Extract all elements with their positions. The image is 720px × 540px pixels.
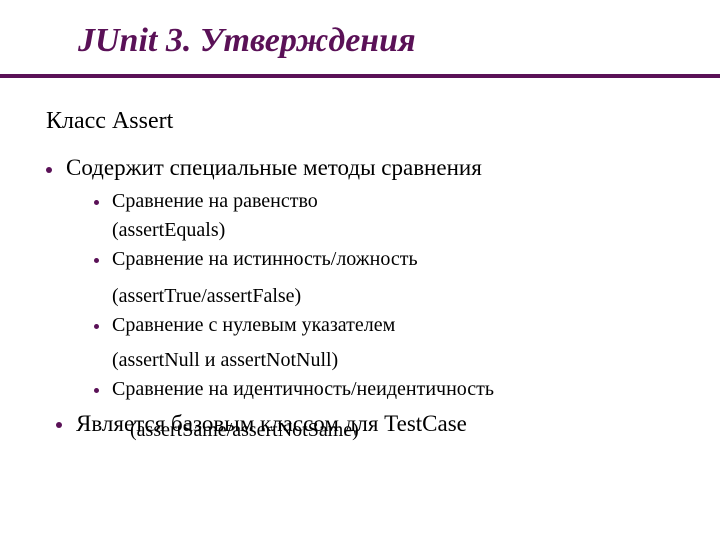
overlap-group: Является базовым классом для TestCase (a… [46,410,674,440]
slide-body: Класс Assert Содержит специальные методы… [0,78,720,440]
method-text: (assertNull и assertNotNull) [112,348,674,373]
bullet-list-level1: Содержит специальные методы сравнения Ср… [46,154,674,402]
list-item: Сравнение на истинность/ложность (assert… [94,247,674,309]
list-item: Содержит специальные методы сравнения Ср… [46,154,674,402]
bullet-text: Содержит специальные методы сравнения [66,155,482,180]
list-item: Сравнение на идентичность/неидентичность [94,377,674,402]
slide: JUnit 3. Утверждения Класс Assert Содерж… [0,0,720,540]
slide-title: JUnit 3. Утверждения [0,0,720,60]
bullet-text: Сравнение на истинность/ложность [112,248,418,270]
method-text: (assertTrue/assertFalse) [112,284,674,309]
list-item: Сравнение на равенство (assertEquals) [94,189,674,243]
list-item: Сравнение с нулевым указателем (assertNu… [94,313,674,373]
method-text: (assertEquals) [112,218,674,243]
section-subtitle: Класс Assert [46,106,674,136]
bullet-text: Сравнение с нулевым указателем [112,314,395,336]
bullet-list-level2: Сравнение на равенство (assertEquals) Ср… [66,189,674,402]
method-text: (assertSame/assertNotSame) [130,418,359,443]
bullet-text: Сравнение на равенство [112,190,318,212]
bullet-text: Сравнение на идентичность/неидентичность [112,378,494,400]
